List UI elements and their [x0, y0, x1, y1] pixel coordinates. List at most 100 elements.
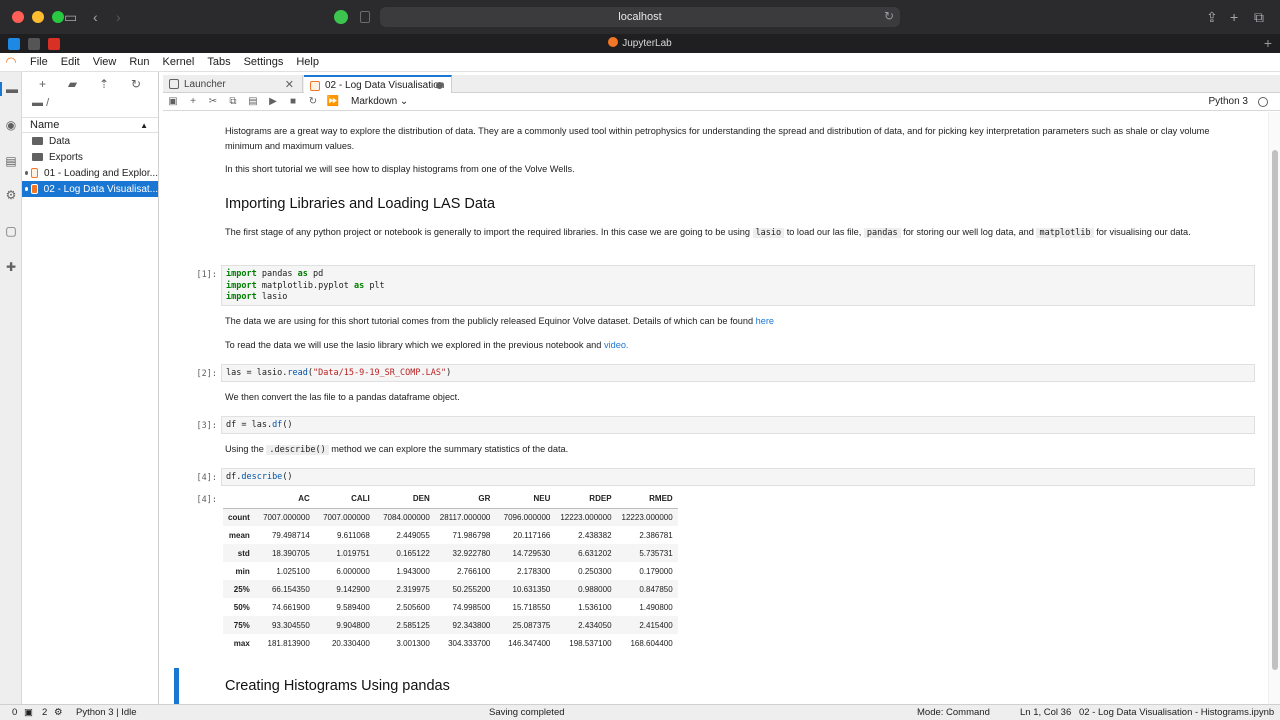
run-icon[interactable]: ▶ [263, 96, 283, 107]
table-cell: 2.438382 [578, 530, 612, 540]
table-cell: 15.718550 [512, 602, 551, 612]
paste-icon[interactable]: ▤ [243, 96, 263, 107]
markdown-intro-1[interactable]: Histograms are a great way to explore th… [225, 124, 1245, 154]
name-column-header[interactable]: Name [30, 119, 59, 131]
code-cell-3[interactable]: df = las.df() [221, 416, 1255, 434]
markdown-data-source[interactable]: The data we are using for this short tut… [225, 314, 1245, 329]
browser-tab-title[interactable]: JupyterLab [0, 37, 1280, 49]
chevron-down-icon: ⌄ [399, 96, 409, 107]
describe-text-b: method we can explore the summary statis… [331, 444, 569, 454]
refresh-icon[interactable]: ↻ [131, 77, 141, 91]
file-item[interactable]: Exports [22, 149, 158, 165]
tab-overview-icon[interactable]: ⧉ [1254, 9, 1264, 26]
save-icon[interactable]: ▣ [163, 96, 183, 107]
insert-cell-icon[interactable]: + [183, 96, 203, 107]
new-launcher-icon[interactable]: + [39, 77, 46, 91]
menu-file[interactable]: File [30, 56, 48, 68]
extension-icon[interactable] [334, 10, 348, 24]
file-list-header[interactable]: Name ▲ [22, 117, 158, 133]
window-controls [12, 11, 64, 23]
menu-settings[interactable]: Settings [244, 56, 284, 68]
notebook-panel[interactable]: Histograms are a great way to explore th… [163, 112, 1268, 704]
heading-histograms[interactable]: Creating Histograms Using pandas [225, 678, 450, 694]
new-tab-icon[interactable]: + [1230, 9, 1238, 25]
table-cell: 0.165122 [396, 548, 430, 558]
menu-tabs[interactable]: Tabs [207, 56, 230, 68]
heading-importing[interactable]: Importing Libraries and Loading LAS Data [225, 196, 495, 212]
share-icon[interactable]: ⇪ [1206, 9, 1218, 26]
privacy-icon[interactable] [360, 11, 370, 23]
table-cell: 1.025100 [276, 566, 310, 576]
unsaved-indicator-icon[interactable] [436, 82, 443, 89]
breadcrumb[interactable]: ▬ / [22, 97, 158, 111]
cut-icon[interactable]: ✂ [203, 96, 223, 107]
table-row: 75% 93.304550 9.904800 2.585125 92.343800 25.… [223, 616, 678, 634]
status-cursor-position[interactable]: Ln 1, Col 36 [1020, 707, 1071, 718]
markdown-describe[interactable]: Using the .describe() method we can expl… [225, 442, 1245, 458]
back-icon[interactable]: ‹ [93, 9, 98, 25]
cell-type-select[interactable]: Markdown ⌄ [351, 96, 408, 107]
address-bar[interactable]: localhost ↻ [380, 7, 900, 27]
reload-icon[interactable]: ↻ [884, 9, 894, 23]
markdown-libraries[interactable]: The first stage of any python project or… [225, 225, 1245, 241]
kernel-name[interactable]: Python 3 [1209, 96, 1248, 107]
tab-notebook[interactable]: 02 - Log Data Visualisation [304, 75, 452, 94]
table-header-row: AC CALI DEN GR NEU RDEP RMED [223, 490, 678, 509]
code-cell-2[interactable]: las = lasio.read("Data/15-9-19_SR_COMP.L… [221, 364, 1255, 382]
table-cell: 0.250300 [578, 566, 612, 576]
table-cell: 2.178300 [516, 566, 551, 576]
table-cell: 198.537100 [569, 638, 612, 648]
menu-edit[interactable]: Edit [61, 56, 80, 68]
notebook-scrollbar[interactable] [1268, 112, 1280, 704]
video-link[interactable]: video. [604, 340, 629, 350]
caret-up-icon[interactable]: ▲ [140, 121, 148, 130]
add-tab-icon[interactable]: + [1264, 35, 1272, 51]
running-kernels-icon[interactable]: ◉ [4, 118, 18, 132]
status-mode[interactable]: Mode: Command [917, 707, 990, 718]
menu-help[interactable]: Help [296, 56, 319, 68]
table-cell: 18.390705 [271, 548, 310, 558]
extension-manager-icon[interactable]: ✚ [4, 260, 18, 274]
markdown-convert[interactable]: We then convert the las file to a pandas… [225, 390, 1245, 405]
close-icon[interactable]: ✕ [285, 78, 294, 91]
minimize-window-button[interactable] [32, 11, 44, 23]
libs-text-a: The first stage of any python project or… [225, 227, 750, 237]
forward-icon[interactable]: › [116, 9, 121, 25]
file-item[interactable]: 01 - Loading and Explor... [22, 165, 158, 181]
new-folder-icon[interactable]: ▰ [68, 77, 77, 91]
file-item[interactable]: 02 - Log Data Visualisat... [22, 181, 158, 197]
code-cell-1[interactable]: import pandas as pd import matplotlib.py… [221, 265, 1255, 306]
column-header: RMED [616, 490, 678, 509]
status-kernel[interactable]: Python 3 | Idle [76, 707, 137, 718]
fast-forward-icon[interactable]: ⏩ [323, 96, 343, 107]
menu-kernel[interactable]: Kernel [163, 56, 195, 68]
menu-run[interactable]: Run [129, 56, 149, 68]
zoom-window-button[interactable] [52, 11, 64, 23]
tab-launcher[interactable]: Launcher ✕ [163, 75, 303, 93]
scrollbar-thumb[interactable] [1272, 150, 1278, 670]
libs-code-pandas: pandas [863, 228, 901, 238]
menu-view[interactable]: View [93, 56, 117, 68]
table-row: 50% 74.661900 9.589400 2.505600 74.998500 15.… [223, 598, 678, 616]
commands-icon[interactable]: ▤ [4, 154, 18, 168]
file-browser-icon[interactable]: ▬ [0, 82, 22, 96]
markdown-read-data[interactable]: To read the data we will use the lasio l… [225, 338, 1245, 353]
close-window-button[interactable] [12, 11, 24, 23]
activity-bar: ▬ ◉ ▤ ⚙ ▢ ✚ [0, 72, 22, 704]
markdown-intro-2[interactable]: In this short tutorial we will see how t… [225, 162, 1245, 177]
table-cell: 5.735731 [639, 548, 673, 558]
copy-icon[interactable]: ⧉ [223, 96, 243, 107]
sidebar-toggle-icon[interactable]: ▭ [64, 9, 77, 26]
file-item[interactable]: Data [22, 133, 158, 149]
upload-icon[interactable]: ⇡ [99, 77, 109, 91]
jupyter-logo-icon [608, 37, 619, 47]
status-kernels-count[interactable]: 2 [42, 707, 47, 718]
here-link[interactable]: here [756, 316, 774, 326]
open-tabs-icon[interactable]: ▢ [4, 224, 18, 238]
stop-icon[interactable]: ■ [283, 96, 303, 107]
restart-icon[interactable]: ↻ [303, 96, 323, 107]
property-inspector-icon[interactable]: ⚙ [4, 188, 18, 202]
table-cell: 28117.000000 [439, 512, 491, 522]
code-cell-4[interactable]: df.describe() [221, 468, 1255, 486]
status-terminals-count[interactable]: 0 [12, 707, 17, 718]
